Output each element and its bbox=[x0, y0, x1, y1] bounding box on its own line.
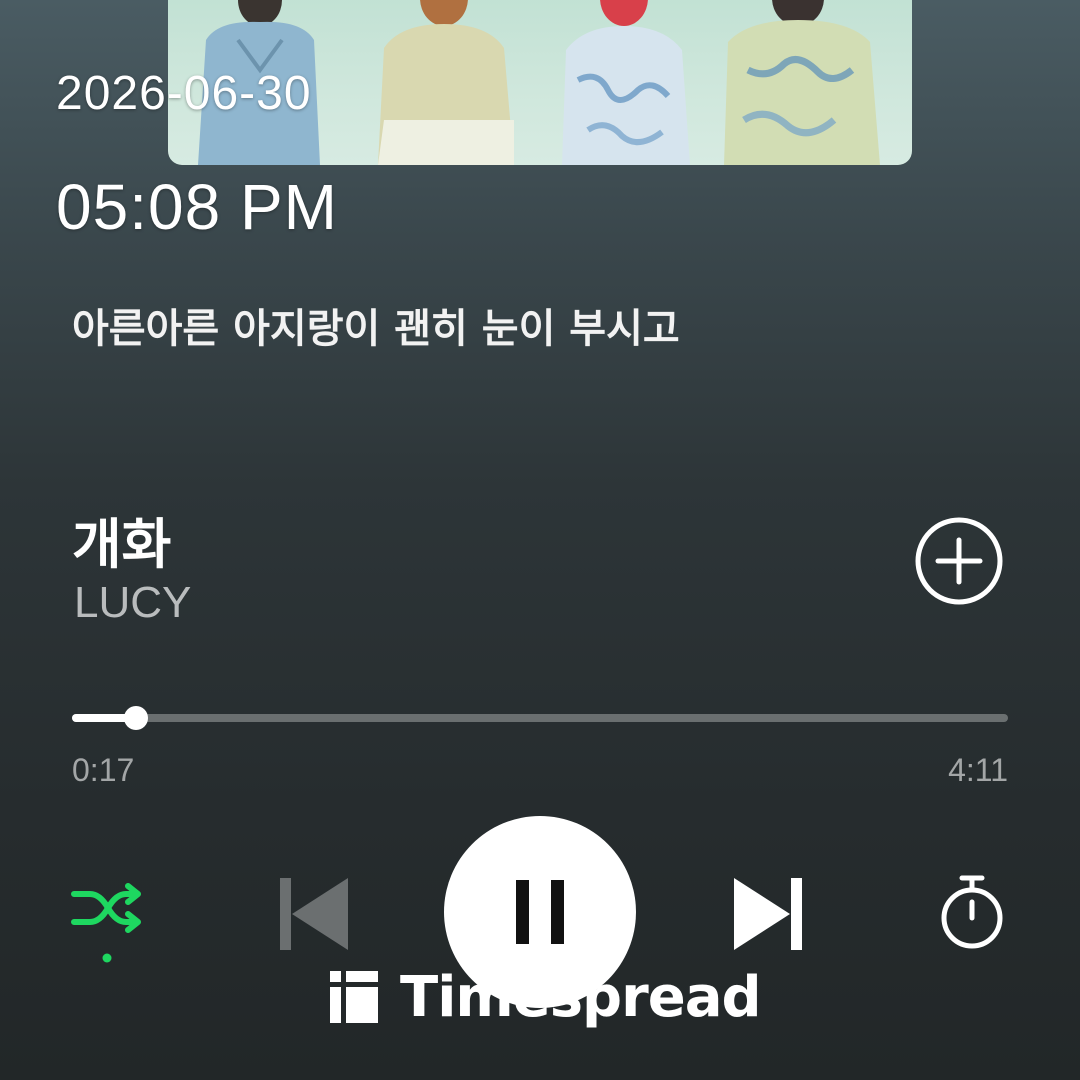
track-title[interactable]: 개화 bbox=[72, 500, 171, 579]
timer-icon bbox=[941, 875, 1003, 949]
timespread-logo-icon bbox=[330, 971, 378, 1023]
lockscreen-date: 2026-06-30 bbox=[56, 67, 312, 120]
skip-previous-icon bbox=[280, 878, 348, 950]
progress-bar[interactable] bbox=[72, 706, 1008, 730]
shuffle-active-dot bbox=[102, 953, 112, 963]
previous-track-button[interactable] bbox=[276, 874, 352, 954]
current-lyric-line[interactable]: 아른아른 아지랑이 괜히 눈이 부시고 bbox=[72, 296, 680, 354]
watermark-text: Timespread bbox=[400, 964, 762, 1030]
add-circle-icon bbox=[915, 517, 1003, 605]
total-duration: 4:11 bbox=[948, 752, 1008, 788]
add-to-library-button[interactable] bbox=[914, 516, 1004, 606]
track-artist[interactable]: LUCY bbox=[74, 578, 191, 628]
shuffle-button[interactable] bbox=[70, 878, 146, 966]
progress-thumb[interactable] bbox=[123, 706, 148, 730]
watermark-logo: Timespread bbox=[330, 964, 762, 1030]
elapsed-time: 0:17 bbox=[72, 752, 135, 788]
sleep-timer-button[interactable] bbox=[936, 872, 1008, 952]
skip-next-icon bbox=[734, 878, 802, 950]
next-track-button[interactable] bbox=[730, 874, 806, 954]
lockscreen-time: 05:08 PM bbox=[56, 171, 338, 243]
shuffle-icon bbox=[71, 883, 141, 933]
